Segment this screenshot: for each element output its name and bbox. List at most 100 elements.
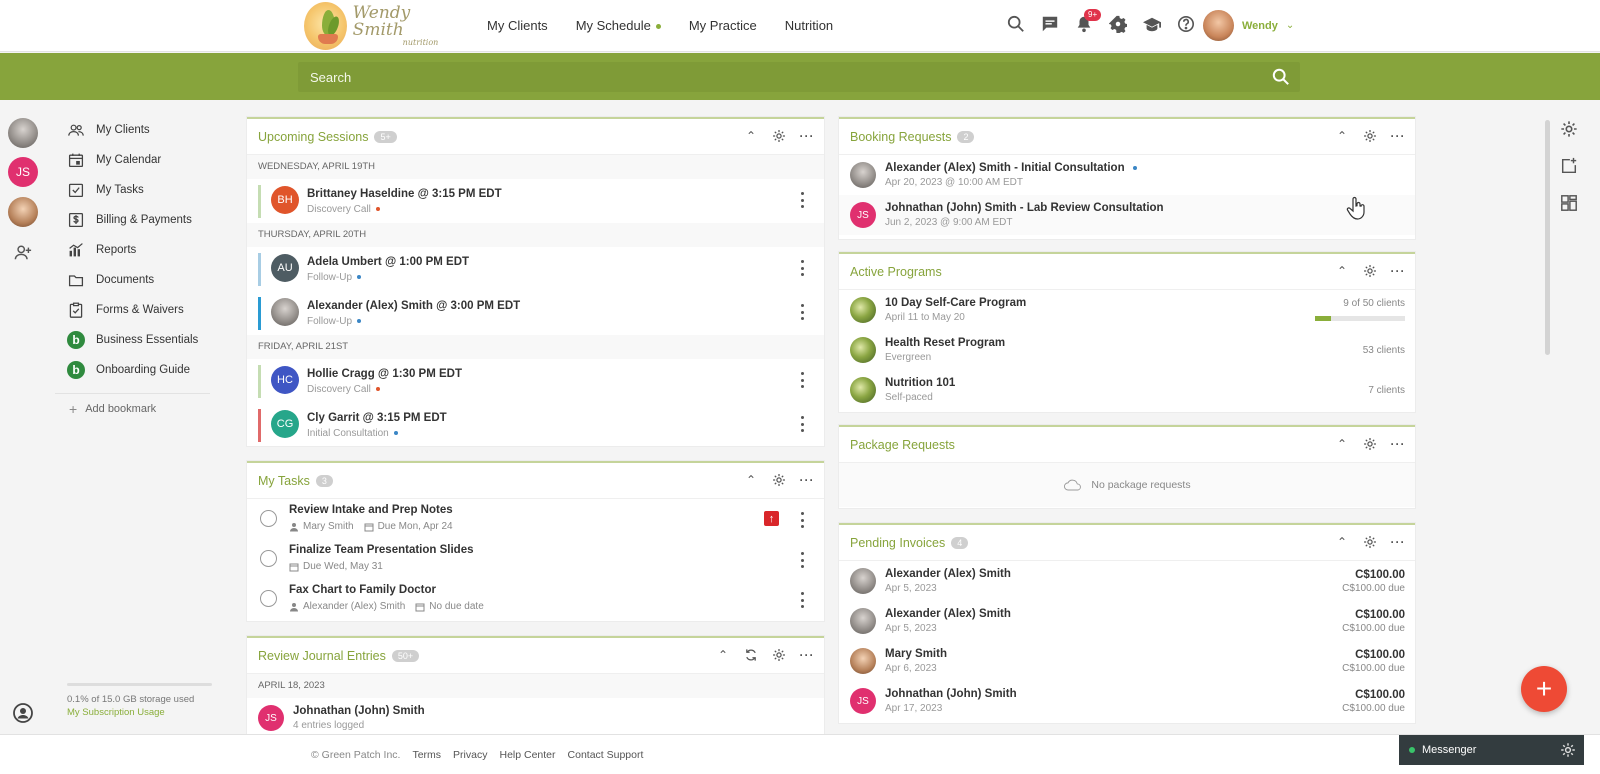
- task-row[interactable]: Review Intake and Prep Notes Mary Smith …: [247, 499, 824, 539]
- more-vertical-icon[interactable]: [800, 416, 804, 432]
- invoice-row[interactable]: Mary Smith Apr 6, 2023 C$100.00 C$100.00…: [839, 641, 1415, 681]
- footer-link-terms[interactable]: Terms: [412, 749, 441, 761]
- more-horizontal-icon[interactable]: ···: [800, 473, 814, 487]
- gear-icon[interactable]: [1363, 264, 1377, 278]
- more-vertical-icon[interactable]: [800, 372, 804, 388]
- nav-my-clients[interactable]: My Clients: [487, 18, 548, 33]
- client-avatar[interactable]: [8, 118, 38, 148]
- more-vertical-icon[interactable]: [800, 192, 804, 208]
- session-row[interactable]: Alexander (Alex) Smith @ 3:00 PM EDT Fol…: [247, 291, 824, 335]
- more-vertical-icon[interactable]: [800, 552, 804, 568]
- add-client-icon[interactable]: [8, 238, 38, 268]
- sidebar-item-reports[interactable]: Reports: [55, 235, 210, 265]
- storage-bar: [67, 683, 212, 686]
- chevron-up-icon[interactable]: ⌃: [744, 129, 758, 143]
- invoice-row[interactable]: Alexander (Alex) Smith Apr 5, 2023 C$100…: [839, 601, 1415, 641]
- brand-logo[interactable]: Wendy Smith nutrition: [304, 2, 454, 50]
- gear-icon[interactable]: [1560, 120, 1578, 138]
- more-vertical-icon[interactable]: [800, 512, 804, 528]
- client-avatar[interactable]: [8, 197, 38, 227]
- user-menu[interactable]: Wendy ⌄: [1203, 10, 1294, 41]
- subscription-usage-link[interactable]: My Subscription Usage: [67, 707, 212, 718]
- sidebar-item-billing[interactable]: Billing & Payments: [55, 205, 210, 235]
- client-avatar-js[interactable]: JS: [8, 157, 38, 187]
- more-horizontal-icon[interactable]: ···: [1391, 535, 1405, 549]
- gear-icon[interactable]: [1363, 129, 1377, 143]
- gear-icon[interactable]: [772, 648, 786, 662]
- scrollbar[interactable]: [1545, 120, 1550, 355]
- right-toolbar: [1560, 120, 1584, 231]
- nav-nutrition[interactable]: Nutrition: [785, 18, 833, 33]
- invoice-row[interactable]: Alexander (Alex) Smith Apr 5, 2023 C$100…: [839, 561, 1415, 601]
- more-horizontal-icon[interactable]: ···: [1391, 129, 1405, 143]
- footer-link-contact[interactable]: Contact Support: [568, 749, 644, 761]
- more-horizontal-icon[interactable]: ···: [800, 129, 814, 143]
- footer-link-privacy[interactable]: Privacy: [453, 749, 487, 761]
- more-horizontal-icon[interactable]: ···: [1391, 437, 1405, 451]
- sidebar-item-onboarding[interactable]: b Onboarding Guide: [55, 355, 210, 385]
- calendar-icon: [67, 151, 85, 169]
- sidebar-item-business-essentials[interactable]: b Business Essentials: [55, 325, 210, 355]
- chevron-up-icon[interactable]: ⌃: [1335, 264, 1349, 278]
- footer-link-help[interactable]: Help Center: [499, 749, 555, 761]
- booking-request-row[interactable]: Alexander (Alex) Smith - Initial Consult…: [839, 155, 1415, 195]
- chevron-up-icon[interactable]: ⌃: [1335, 437, 1349, 451]
- gear-icon[interactable]: [1560, 742, 1576, 758]
- task-row[interactable]: Fax Chart to Family Doctor Alexander (Al…: [247, 579, 824, 619]
- program-row[interactable]: 10 Day Self-Care Program April 11 to May…: [839, 290, 1415, 330]
- gear-icon[interactable]: [1363, 437, 1377, 451]
- calendar-icon: [364, 523, 374, 531]
- sidebar-item-forms[interactable]: Forms & Waivers: [55, 295, 210, 325]
- invoice-row[interactable]: JS Johnathan (John) Smith Apr 17, 2023 C…: [839, 681, 1415, 721]
- refresh-icon[interactable]: [744, 648, 758, 662]
- gear-icon[interactable]: [1363, 535, 1377, 549]
- program-row[interactable]: Health Reset Program Evergreen 53 client…: [839, 330, 1415, 370]
- search-icon[interactable]: [1006, 14, 1025, 33]
- search-input[interactable]: [298, 62, 1300, 92]
- sidebar-item-my-clients[interactable]: My Clients: [55, 115, 210, 145]
- task-checkbox[interactable]: [260, 550, 277, 567]
- graduation-cap-icon[interactable]: [1142, 14, 1161, 33]
- sidebar-item-label: My Tasks: [96, 184, 144, 196]
- gear-icon[interactable]: [1108, 14, 1127, 33]
- sidebar-item-documents[interactable]: Documents: [55, 265, 210, 295]
- chevron-up-icon[interactable]: ⌃: [1335, 535, 1349, 549]
- booking-time: Jun 2, 2023 @ 9:00 AM EDT: [885, 217, 1013, 228]
- sidebar-item-my-tasks[interactable]: My Tasks: [55, 175, 210, 205]
- bell-icon[interactable]: 9+: [1074, 9, 1102, 33]
- nav-my-practice[interactable]: My Practice: [689, 18, 757, 33]
- session-row[interactable]: BH Brittaney Haseldine @ 3:15 PM EDT Dis…: [247, 179, 824, 223]
- layout-grid-icon[interactable]: [1560, 194, 1578, 212]
- add-fab-button[interactable]: +: [1521, 666, 1567, 712]
- nav-my-schedule[interactable]: My Schedule: [576, 18, 661, 33]
- chevron-up-icon[interactable]: ⌃: [716, 648, 730, 662]
- journal-row[interactable]: JS Johnathan (John) Smith 4 entries logg…: [247, 698, 824, 734]
- booking-request-row[interactable]: JS Johnathan (John) Smith - Lab Review C…: [839, 195, 1415, 235]
- help-icon[interactable]: [1176, 14, 1195, 33]
- sidebar: My Clients My Calendar My Tasks Billing …: [55, 115, 210, 424]
- more-vertical-icon[interactable]: [800, 260, 804, 276]
- more-vertical-icon[interactable]: [800, 592, 804, 608]
- session-row[interactable]: CG Cly Garrit @ 3:15 PM EDT Initial Cons…: [247, 403, 824, 447]
- search-icon[interactable]: [1272, 68, 1290, 86]
- sidebar-item-my-calendar[interactable]: My Calendar: [55, 145, 210, 175]
- more-vertical-icon[interactable]: [800, 304, 804, 320]
- add-widget-icon[interactable]: [1560, 157, 1578, 175]
- messenger-bar[interactable]: Messenger: [1399, 735, 1584, 765]
- task-row[interactable]: Finalize Team Presentation Slides Due We…: [247, 539, 824, 579]
- program-row[interactable]: Nutrition 101 Self-paced 7 clients: [839, 370, 1415, 410]
- gear-icon[interactable]: [772, 129, 786, 143]
- nav-my-schedule-label: My Schedule: [575, 18, 651, 33]
- chevron-up-icon[interactable]: ⌃: [744, 473, 758, 487]
- gear-icon[interactable]: [772, 473, 786, 487]
- task-checkbox[interactable]: [260, 510, 277, 527]
- account-icon[interactable]: [13, 703, 33, 723]
- more-horizontal-icon[interactable]: ···: [1391, 264, 1405, 278]
- session-row[interactable]: HC Hollie Cragg @ 1:30 PM EDT Discovery …: [247, 359, 824, 403]
- chevron-up-icon[interactable]: ⌃: [1335, 129, 1349, 143]
- chat-icon[interactable]: [1040, 14, 1059, 33]
- add-bookmark-button[interactable]: + Add bookmark: [69, 394, 210, 424]
- task-checkbox[interactable]: [260, 590, 277, 607]
- more-horizontal-icon[interactable]: ···: [800, 648, 814, 662]
- session-row[interactable]: AU Adela Umbert @ 1:00 PM EDT Follow-Up: [247, 247, 824, 291]
